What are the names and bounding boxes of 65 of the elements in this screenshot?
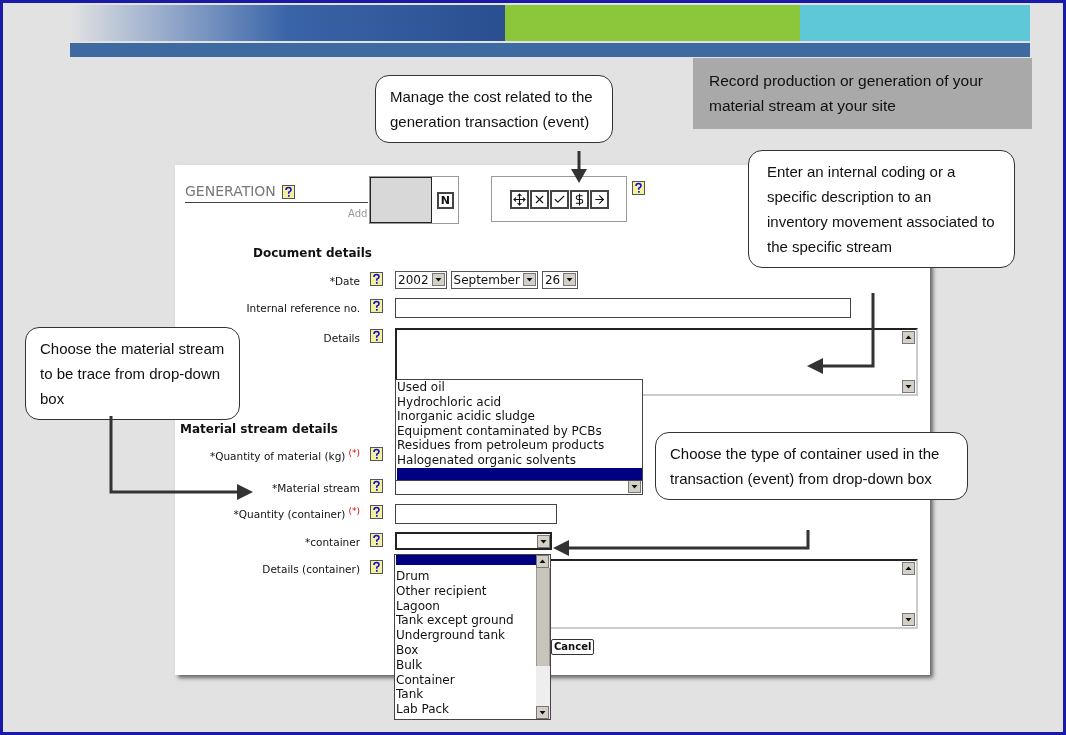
help-icon[interactable]	[370, 271, 383, 286]
select-field[interactable]	[395, 532, 552, 550]
check-icon[interactable]	[549, 189, 569, 209]
help-icon[interactable]	[632, 181, 646, 195]
scroll-up-icon[interactable]	[902, 330, 915, 344]
field-label: *Quantity of material (kg)	[209, 449, 346, 464]
dropdown-option[interactable]: Equipment contaminated by PCBs	[397, 423, 642, 438]
field-label: *Material stream	[271, 481, 360, 496]
form-title: GENERATION	[185, 182, 276, 201]
scrollbar[interactable]	[536, 555, 550, 719]
dropdown-option[interactable]: Lagoon	[396, 598, 536, 614]
help-icon[interactable]	[370, 560, 383, 574]
scrollbar-thumb[interactable]	[536, 568, 550, 666]
info-box: Record production or generation of your material stream at your site	[693, 58, 1032, 129]
required-mark: (*)	[348, 505, 360, 519]
field-label: *container	[305, 535, 360, 550]
dropdown-option[interactable]: Hydrochloric acid	[397, 394, 642, 409]
callout-bubble: Enter an internal coding or a specific description to an inventory movement associated to the specific stream	[748, 150, 1015, 268]
input-field[interactable]	[395, 297, 851, 318]
close-icon[interactable]	[529, 189, 549, 209]
dropdown-option[interactable]: Other recipient	[396, 583, 536, 599]
required-mark: (*)	[348, 447, 360, 461]
help-icon[interactable]	[370, 505, 383, 519]
section-heading: Material stream details	[180, 421, 338, 436]
dropdown-option[interactable]: Residues from petroleum products	[397, 438, 642, 453]
callout-bubble: Manage the cost related to the generation transaction (event)	[375, 75, 613, 143]
dropdown-option[interactable]: Halogenated organic solvents	[397, 452, 642, 467]
image-thumbnail[interactable]	[370, 177, 433, 223]
help-icon[interactable]	[370, 479, 383, 493]
add-label: Add	[348, 207, 368, 221]
date-select[interactable]: 2002	[395, 270, 447, 289]
dropdown-option[interactable]: Underground tank	[396, 628, 536, 643]
help-icon[interactable]	[370, 447, 383, 461]
dropdown-option[interactable]: Container	[396, 672, 536, 688]
field-label: Internal reference no.	[246, 300, 360, 316]
leader-arrow	[571, 151, 587, 183]
dropdown-option[interactable]: Drum	[396, 569, 536, 584]
dropdown-option[interactable]: Box	[396, 643, 536, 658]
dropdown-option[interactable]: Tank	[396, 687, 536, 703]
dropdown-option[interactable]: Lab Pack	[396, 702, 536, 717]
field-label: Details (container)	[262, 562, 360, 577]
scroll-up-icon[interactable]	[902, 562, 915, 575]
arrow-right-icon[interactable]	[589, 189, 609, 209]
field-label: *Quantity (container)	[233, 507, 346, 522]
field-label: *Date	[329, 273, 360, 289]
callout-bubble: Choose the type of container used in the transaction (event) from drop-down box	[655, 432, 968, 500]
dropdown-option[interactable]: Inorganic acidic sludge	[397, 409, 642, 424]
scroll-up-icon[interactable]	[536, 555, 549, 568]
date-select[interactable]: 26	[541, 270, 579, 289]
input-field[interactable]	[395, 504, 557, 524]
help-icon[interactable]	[281, 184, 295, 199]
section-heading: Document details	[253, 246, 372, 260]
date-select[interactable]: September	[450, 270, 538, 289]
help-icon[interactable]	[370, 533, 383, 547]
callout-bubble: Choose the material stream to be trace from drop-down box	[25, 327, 240, 420]
cancel-button[interactable]: Cancel	[551, 639, 595, 655]
move-icon[interactable]	[509, 189, 529, 209]
help-icon[interactable]	[370, 328, 383, 343]
dollar-icon[interactable]	[569, 189, 589, 209]
dropdown-option[interactable]: Used oil	[397, 380, 642, 395]
help-icon[interactable]	[370, 298, 383, 313]
dropdown-option[interactable]: Bulk	[396, 657, 536, 673]
new-button[interactable]: N	[436, 191, 454, 209]
field-label: Details	[323, 330, 360, 346]
dropdown-option[interactable]: Tank except ground	[396, 613, 536, 629]
